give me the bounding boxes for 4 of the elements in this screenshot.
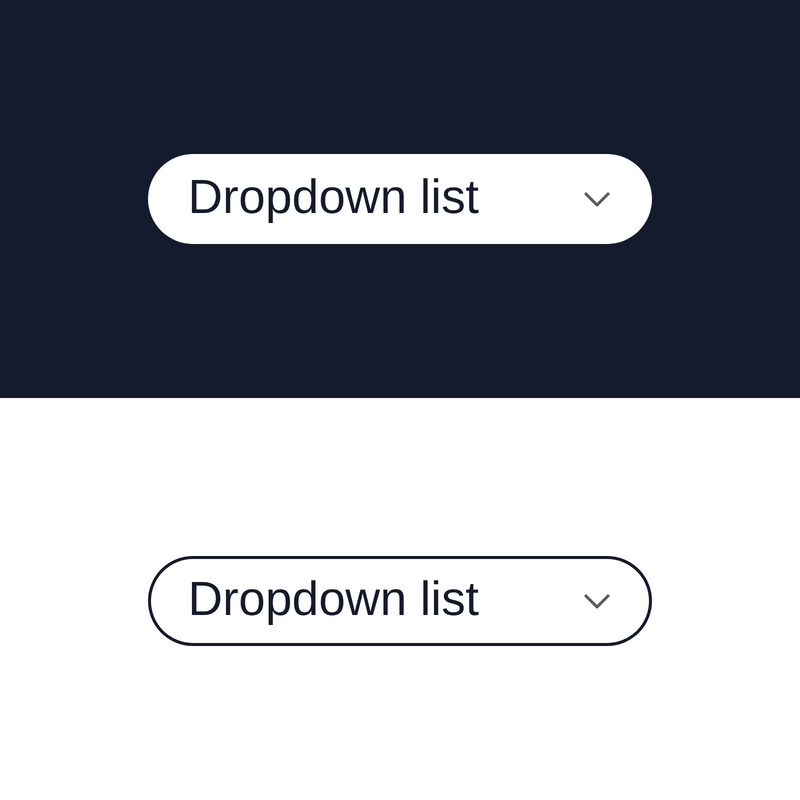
chevron-down-icon [584,594,610,608]
dropdown[interactable]: Dropdown list [148,154,652,244]
chevron-down-icon [584,192,610,206]
dropdown[interactable]: Dropdown list [148,556,652,646]
